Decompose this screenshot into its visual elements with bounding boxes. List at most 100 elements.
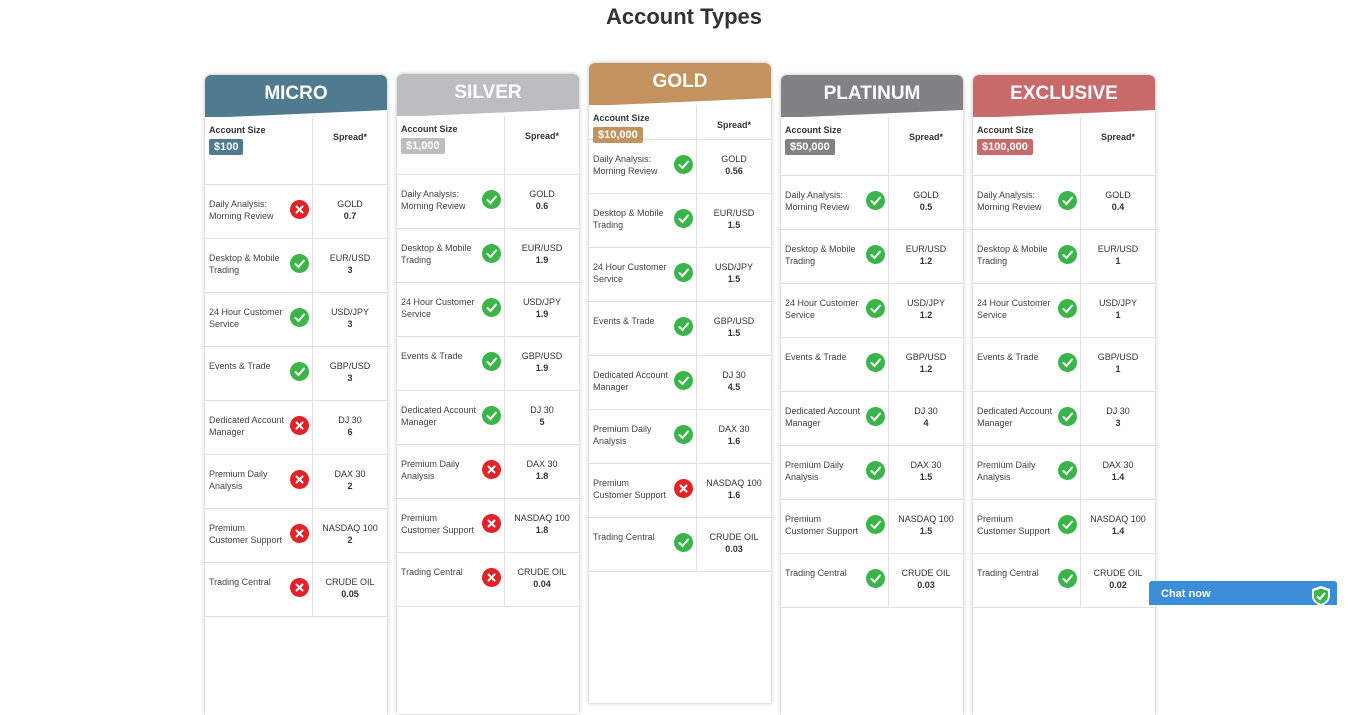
feature-label: Daily Analysis: Morning Review bbox=[209, 199, 274, 221]
check-icon bbox=[866, 245, 885, 264]
instrument-name: GBP/USD bbox=[521, 351, 563, 361]
check-icon bbox=[674, 533, 693, 552]
check-icon bbox=[1058, 569, 1077, 588]
feature-row: Premium Customer Support NASDAQ 100 2 bbox=[205, 509, 387, 563]
spread-cell: NASDAQ 100 1.6 bbox=[697, 464, 771, 517]
chat-now-button[interactable]: Chat now bbox=[1149, 581, 1337, 606]
feature-label: 24 Hour Customer Service bbox=[209, 307, 283, 329]
spread-cell: CRUDE OIL 0.02 bbox=[1081, 554, 1155, 607]
account-size-badge: $100 bbox=[209, 139, 244, 155]
feature-row: Trading Central CRUDE OIL 0.02 bbox=[973, 554, 1155, 608]
feature-row: Dedicated Account Manager DJ 30 6 bbox=[205, 401, 387, 455]
spread-cell: DJ 30 3 bbox=[1081, 392, 1155, 445]
instrument-name: DJ 30 bbox=[1106, 406, 1130, 416]
feature-row: Desktop & Mobile Trading EUR/USD 1.5 bbox=[589, 194, 771, 248]
check-icon bbox=[674, 425, 693, 444]
spread-value: 6 bbox=[347, 427, 353, 437]
account-card-exclusive: EXCLUSIVE Account Size $100,000 Spread* Dail… bbox=[973, 75, 1155, 715]
feature-row: Premium Customer Support NASDAQ 100 1.8 bbox=[397, 499, 579, 553]
spread-cell: USD/JPY 1.9 bbox=[505, 283, 579, 336]
feature-label: 24 Hour Customer Service bbox=[977, 298, 1051, 320]
cross-icon bbox=[290, 578, 309, 597]
spread-value: 1 bbox=[1115, 310, 1121, 320]
spread-cell: DJ 30 5 bbox=[505, 391, 579, 444]
instrument-name: DAX 30 bbox=[526, 459, 558, 469]
feature-label: Trading Central bbox=[401, 567, 463, 577]
check-icon bbox=[674, 155, 693, 174]
spread-value: 1.2 bbox=[919, 364, 933, 374]
account-size-label: Account Size bbox=[593, 113, 650, 123]
check-icon bbox=[482, 352, 501, 371]
spread-value: 1.9 bbox=[535, 309, 549, 319]
spread-value: 1.2 bbox=[919, 310, 933, 320]
feature-row: 24 Hour Customer Service USD/JPY 1 bbox=[973, 284, 1155, 338]
spread-value: 1.8 bbox=[535, 525, 549, 535]
check-icon bbox=[482, 406, 501, 425]
spread-cell: USD/JPY 1 bbox=[1081, 284, 1155, 337]
check-icon bbox=[1058, 353, 1077, 372]
check-icon bbox=[866, 299, 885, 318]
spread-value: 0.4 bbox=[1111, 202, 1125, 212]
spread-value: 1.4 bbox=[1111, 472, 1125, 482]
instrument-name: DAX 30 bbox=[334, 469, 366, 479]
spread-value: 5 bbox=[539, 417, 545, 427]
spread-cell: USD/JPY 3 bbox=[313, 293, 387, 346]
cross-icon bbox=[674, 479, 693, 498]
spread-cell: GOLD 0.4 bbox=[1081, 176, 1155, 229]
account-size-label: Account Size bbox=[977, 125, 1034, 135]
check-icon bbox=[674, 209, 693, 228]
chat-now-label: Chat now bbox=[1161, 588, 1211, 600]
instrument-name: CRUDE OIL bbox=[325, 577, 375, 587]
check-icon bbox=[1058, 299, 1077, 318]
feature-row: Events & Trade GBP/USD 1.2 bbox=[781, 338, 963, 392]
instrument-name: EUR/USD bbox=[521, 243, 563, 253]
instrument-name: DJ 30 bbox=[722, 370, 746, 380]
instrument-name: EUR/USD bbox=[713, 208, 755, 218]
feature-row: Trading Central CRUDE OIL 0.03 bbox=[781, 554, 963, 608]
feature-row: Premium Daily Analysis DAX 30 1.8 bbox=[397, 445, 579, 499]
spread-value: 0.03 bbox=[917, 580, 935, 590]
spread-cell: GOLD 0.56 bbox=[697, 140, 771, 193]
feature-row: Desktop & Mobile Trading EUR/USD 1 bbox=[973, 230, 1155, 284]
spread-value: 2 bbox=[347, 481, 353, 491]
feature-row: Premium Daily Analysis DAX 30 2 bbox=[205, 455, 387, 509]
spread-value: 1.9 bbox=[535, 255, 549, 265]
check-icon bbox=[290, 362, 309, 381]
feature-label: Premium Daily Analysis bbox=[785, 460, 844, 482]
feature-row: Premium Daily Analysis DAX 30 1.4 bbox=[973, 446, 1155, 500]
check-icon bbox=[866, 569, 885, 588]
spread-cell: DJ 30 4.5 bbox=[697, 356, 771, 409]
spread-cell: EUR/USD 3 bbox=[313, 239, 387, 292]
feature-row: Events & Trade GBP/USD 1.5 bbox=[589, 302, 771, 356]
instrument-name: EUR/USD bbox=[1097, 244, 1139, 254]
feature-label: 24 Hour Customer Service bbox=[593, 262, 667, 284]
feature-label: Dedicated Account Manager bbox=[209, 415, 285, 437]
feature-label: Premium Customer Support bbox=[593, 478, 667, 500]
check-icon bbox=[482, 190, 501, 209]
spread-value: 1.4 bbox=[1111, 526, 1125, 536]
cross-icon bbox=[482, 568, 501, 587]
spread-value: 1.5 bbox=[727, 274, 741, 284]
feature-row: 24 Hour Customer Service USD/JPY 1.5 bbox=[589, 248, 771, 302]
check-icon bbox=[674, 263, 693, 282]
spread-value: 3 bbox=[347, 319, 353, 329]
account-size-row: Account Size $100 Spread* bbox=[205, 117, 387, 185]
feature-label: Trading Central bbox=[977, 568, 1039, 578]
instrument-name: EUR/USD bbox=[905, 244, 947, 254]
feature-row: Trading Central CRUDE OIL 0.05 bbox=[205, 563, 387, 617]
spread-cell: NASDAQ 100 2 bbox=[313, 509, 387, 562]
spread-cell: GBP/USD 3 bbox=[313, 347, 387, 400]
feature-label: Daily Analysis: Morning Review bbox=[785, 190, 850, 212]
spread-value: 3 bbox=[1115, 418, 1121, 428]
feature-row: Trading Central CRUDE OIL 0.03 bbox=[589, 518, 771, 572]
cross-icon bbox=[482, 460, 501, 479]
instrument-name: GBP/USD bbox=[713, 316, 755, 326]
instrument-name: DAX 30 bbox=[1102, 460, 1134, 470]
cross-icon bbox=[290, 470, 309, 489]
check-icon bbox=[1058, 191, 1077, 210]
spread-value: 0.5 bbox=[919, 202, 933, 212]
feature-label: Dedicated Account Manager bbox=[785, 406, 861, 428]
spread-value: 1.6 bbox=[727, 436, 741, 446]
feature-label: Dedicated Account Manager bbox=[401, 405, 477, 427]
instrument-name: USD/JPY bbox=[714, 262, 753, 272]
